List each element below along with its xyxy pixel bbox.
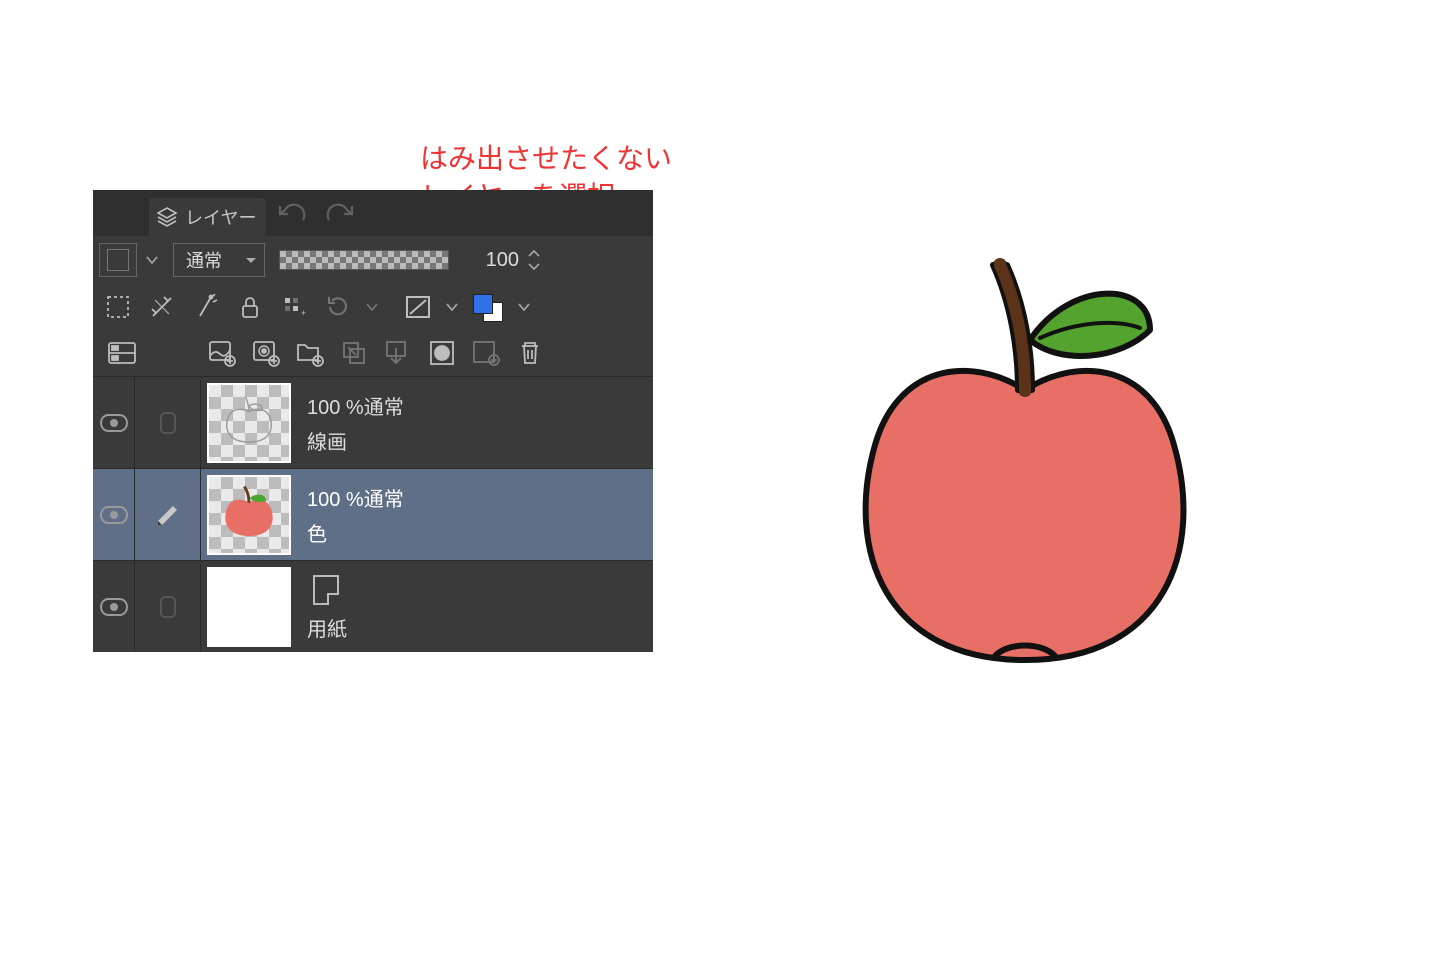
layer-row-paper[interactable]: 用紙	[93, 560, 653, 652]
menu-icon[interactable]	[99, 196, 137, 230]
layer-color-caret[interactable]	[143, 243, 161, 277]
opacity-caret[interactable]	[525, 248, 543, 272]
layer-row-color[interactable]: 100 %通常 色	[93, 468, 653, 560]
svg-text:+: +	[301, 308, 306, 318]
select-border-icon[interactable]	[99, 290, 137, 324]
layer-thumbnail[interactable]	[207, 383, 291, 463]
circle-mask-icon[interactable]	[423, 336, 461, 370]
layer-tab[interactable]: レイヤー	[149, 198, 266, 236]
layer-list: 100 %通常 線画	[93, 376, 653, 652]
blend-row: 通常 100	[93, 236, 653, 284]
icon-row-1: +	[93, 284, 653, 330]
merge-icon[interactable]	[379, 336, 417, 370]
panel-header: レイヤー	[93, 190, 653, 236]
opacity-value: 100	[461, 249, 519, 272]
layer-name: 線画	[307, 426, 653, 455]
layer-panel: レイヤー 通常 100	[93, 190, 653, 652]
blend-mode-select[interactable]: 通常	[173, 243, 265, 277]
visibility-toggle[interactable]	[93, 469, 135, 560]
ruler-icon[interactable]	[143, 290, 181, 324]
layer-thumbnail[interactable]	[207, 475, 291, 555]
thumb-col	[201, 469, 297, 560]
refresh-caret[interactable]	[363, 290, 381, 324]
pencil-icon	[153, 500, 183, 530]
eye-icon	[100, 506, 128, 524]
visibility-toggle[interactable]	[93, 561, 135, 652]
apple-illustration	[790, 210, 1260, 690]
opacity-slider[interactable]	[279, 250, 449, 270]
layer-tab-label: レイヤー	[185, 204, 256, 230]
mask-caret[interactable]	[443, 290, 461, 324]
layers-icon	[155, 205, 179, 229]
trash-icon[interactable]	[511, 336, 549, 370]
eye-icon	[100, 414, 128, 432]
edit-indicator[interactable]	[135, 469, 201, 560]
icon-row-2	[93, 330, 653, 376]
thumb-lineart	[209, 385, 289, 461]
two-pane-icon[interactable]	[103, 336, 141, 370]
undo-icon[interactable]	[270, 197, 314, 229]
add-mask-icon[interactable]	[467, 336, 505, 370]
lock-icon[interactable]	[231, 290, 269, 324]
edit-indicator[interactable]	[135, 377, 201, 468]
layer-thumbnail[interactable]	[207, 567, 291, 647]
blend-mode-value: 通常	[186, 247, 222, 273]
fx-icon[interactable]: +	[275, 290, 313, 324]
slot-icon	[158, 594, 178, 620]
paper-icon	[313, 575, 339, 605]
layer-opacity-label: 100 %通常	[307, 483, 653, 512]
new-layer-icon[interactable]	[203, 336, 241, 370]
layer-color-label[interactable]	[99, 243, 137, 277]
wand-icon[interactable]	[187, 290, 225, 324]
thumb-col	[201, 377, 297, 468]
palette-icon[interactable]	[467, 290, 509, 324]
refresh-icon[interactable]	[319, 290, 357, 324]
transfer-down-icon[interactable]	[335, 336, 373, 370]
edit-indicator[interactable]	[135, 561, 201, 652]
redo-icon[interactable]	[318, 197, 362, 229]
layer-labels: 100 %通常 色	[297, 469, 653, 560]
layer-labels: 100 %通常 線画	[297, 377, 653, 468]
visibility-toggle[interactable]	[93, 377, 135, 468]
palette-caret[interactable]	[515, 290, 533, 324]
thumb-color	[209, 477, 289, 553]
layer-row-lineart[interactable]: 100 %通常 線画	[93, 376, 653, 468]
layer-opacity-label: 100 %通常	[307, 391, 653, 420]
new-layer-fx-icon[interactable]	[247, 336, 285, 370]
new-folder-icon[interactable]	[291, 336, 329, 370]
eye-icon	[100, 598, 128, 616]
layer-name: 用紙	[307, 613, 347, 642]
layer-name: 色	[307, 518, 653, 547]
slot-icon	[158, 410, 178, 436]
thumb-col	[201, 561, 297, 652]
mask-icon[interactable]	[399, 290, 437, 324]
layer-labels: 用紙	[297, 561, 653, 652]
